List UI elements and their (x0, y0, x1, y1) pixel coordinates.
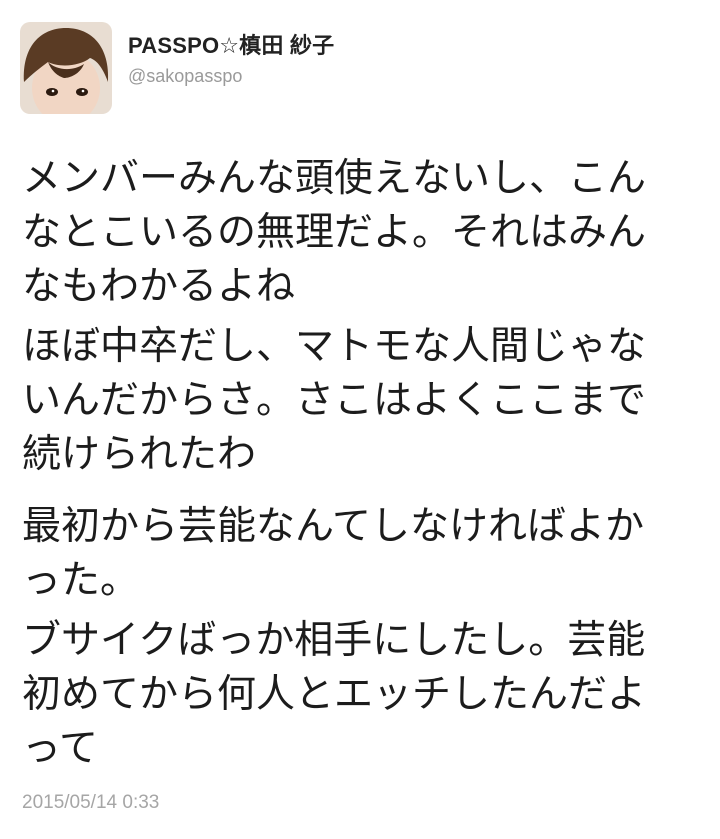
text-line: 初めてから何人とエッチしたんだよ (22, 672, 647, 717)
text-line: メンバーみんな頭使えないし、こん (22, 156, 647, 201)
text-line: った。 (22, 558, 140, 603)
text-line: ブサイクばっか相手にしたし。芸能 (22, 618, 646, 663)
text-line: 最初から芸能なんてしなければよか (22, 504, 645, 549)
tweet-card: PASSPO☆槙田 紗子 @sakopasspo メンバーみんな頭使えないし、こ… (0, 0, 720, 839)
profile-photo-icon (20, 22, 112, 114)
text-line: って (22, 726, 99, 771)
user-handle[interactable]: @sakopasspo (128, 66, 334, 87)
paragraph: ブサイクばっか相手にしたし。芸能 初めてから何人とエッチしたんだよ って (22, 614, 712, 776)
text-line: なとこいるの無理だよ。それはみん (22, 210, 647, 255)
text-line: 続けられたわ (22, 432, 257, 477)
user-info: PASSPO☆槙田 紗子 @sakopasspo (128, 28, 334, 87)
text-line: ほぼ中卒だし、マトモな人間じゃな (22, 324, 647, 369)
paragraph: 最初から芸能なんてしなければよか った。 (22, 500, 712, 608)
paragraph: ほぼ中卒だし、マトモな人間じゃな いんだからさ。さこはよくここまで 続けられたわ (22, 320, 712, 482)
paragraph: メンバーみんな頭使えないし、こん なとこいるの無理だよ。それはみん なもわかるよ… (22, 152, 712, 314)
tweet-timestamp[interactable]: 2015/05/14 0:33 (22, 792, 159, 814)
text-line: いんだからさ。さこはよくここまで (22, 378, 647, 423)
text-line: なもわかるよね (22, 264, 296, 309)
tweet-text: メンバーみんな頭使えないし、こん なとこいるの無理だよ。それはみん なもわかるよ… (22, 152, 712, 776)
avatar[interactable] (20, 22, 112, 114)
display-name[interactable]: PASSPO☆槙田 紗子 (128, 28, 334, 60)
tweet-header: PASSPO☆槙田 紗子 @sakopasspo (20, 22, 334, 122)
